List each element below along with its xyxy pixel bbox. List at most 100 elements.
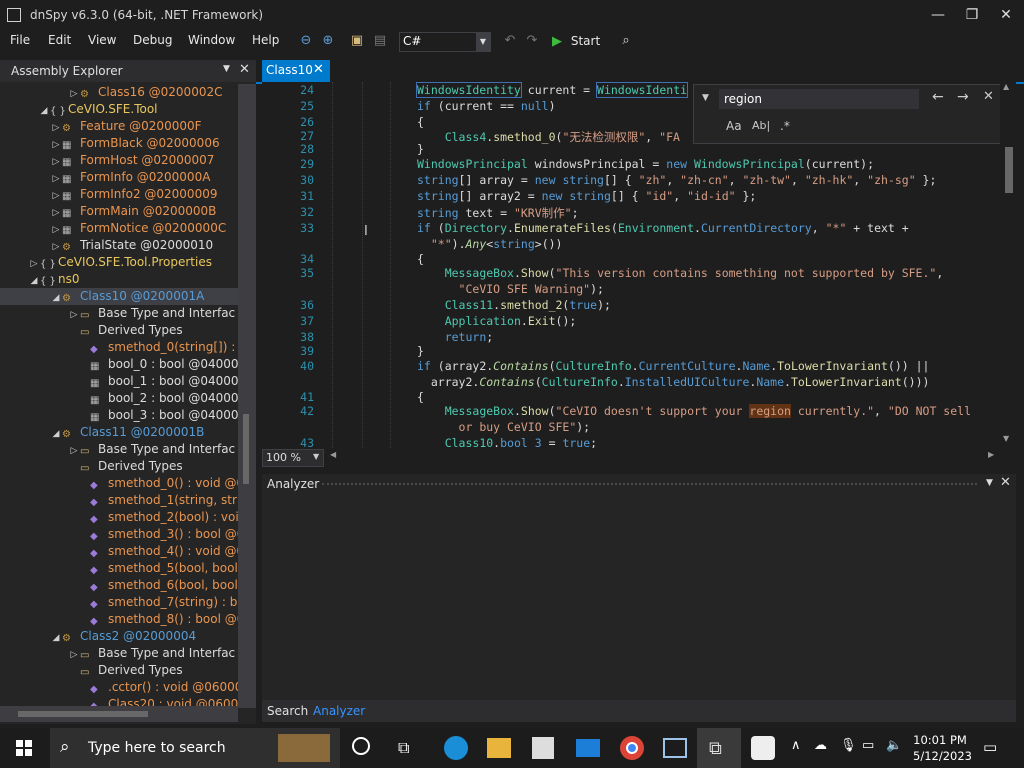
tree-row[interactable]: ▷{ } CeVIO.SFE.Tool.Properties [0,254,238,271]
tree-row[interactable]: ▷ ▦ FormMain @0200000B [0,203,238,220]
expand-right-icon[interactable]: ▷ [50,154,62,169]
chevron-down-icon[interactable]: ▼ [986,478,993,488]
tree-row[interactable]: ◢ ⚙ Class11 @0200001B [0,424,238,441]
tree-row[interactable]: ◢{ } CeVIO.SFE.Tool [0,101,238,118]
edge-icon[interactable] [444,736,468,760]
editor-vscroll-thumb[interactable] [1005,147,1013,193]
tab-analyzer[interactable]: Analyzer [313,704,365,718]
expand-right-icon[interactable]: ▷ [50,137,62,152]
expand-down-icon[interactable]: ◢ [50,290,62,305]
tree-row[interactable]: ◆ smethod_0() : void @0 [0,475,238,492]
save-icon[interactable]: ▤ [370,31,390,51]
close-icon[interactable]: ✕ [1000,475,1011,490]
start-button[interactable]: ▶ Start [552,32,600,50]
open-icon[interactable]: ▣ [347,31,367,51]
undo-icon[interactable]: ↶ [500,31,520,51]
find-next-icon[interactable]: → [957,89,969,105]
expand-right-icon[interactable]: ▷ [68,443,80,458]
expand-right-icon[interactable]: ▷ [50,205,62,220]
menu-edit[interactable]: Edit [48,33,71,47]
tree-row[interactable]: ▭ Derived Types [0,458,238,475]
expand-right-icon[interactable]: ▷ [68,86,80,101]
tree-row[interactable]: ▦ bool_1 : bool @040000 [0,373,238,390]
tree-row[interactable]: ◆ .cctor() : void @06000 [0,679,238,696]
close-icon[interactable]: ✕ [983,89,994,104]
minimize-button[interactable]: — [921,0,955,30]
tree-row[interactable]: ▷ ▦ FormNotice @0200000C [0,220,238,237]
expand-right-icon[interactable]: ▷ [28,256,40,271]
expand-right-icon[interactable]: ▷ [50,171,62,186]
tree-row[interactable]: ◆ smethod_7(string) : bo [0,594,238,611]
tree-row[interactable]: ▷ ▦ FormInfo @0200000A [0,169,238,186]
tree-hscroll-thumb[interactable] [18,711,148,717]
tree-row[interactable]: ◆ smethod_2(bool) : voi [0,509,238,526]
redo-icon[interactable]: ↷ [522,31,542,51]
back-icon[interactable]: ⊖ [296,31,316,51]
scroll-left-icon[interactable]: ◀ [330,450,336,459]
editor-vscroll[interactable]: ▲ ▼ [1000,82,1016,448]
tree-row[interactable]: ▦ bool_0 : bool @040000 [0,356,238,373]
menu-debug[interactable]: Debug [133,33,172,47]
tree-vscroll-thumb[interactable] [243,414,249,484]
tree-row[interactable]: ◆ smethod_8() : bool @0 [0,611,238,628]
tree-row[interactable]: ▭ Derived Types [0,662,238,679]
tree-row[interactable]: ◢ ⚙ Class2 @02000004 [0,628,238,645]
zoom-select[interactable]: 100 % ▼ [262,449,324,467]
close-button[interactable]: ✕ [989,0,1023,30]
menu-window[interactable]: Window [188,33,235,47]
network-icon[interactable]: ▭ [862,738,874,753]
tree-row[interactable]: ▷ ⚙ Class16 @0200002C [0,84,238,101]
scroll-right-icon[interactable]: ▶ [988,450,994,459]
store-icon[interactable] [532,737,554,759]
match-case-toggle[interactable]: Aa [726,119,742,133]
expand-down-icon[interactable]: ◢ [50,630,62,645]
chevron-down-icon[interactable]: ▼ [223,64,230,74]
notifications-icon[interactable]: ▭ [983,738,997,756]
find-input[interactable]: region [719,89,919,109]
chrome-icon[interactable] [620,736,644,760]
expand-down-icon[interactable]: ◢ [50,426,62,441]
volume-icon[interactable]: 🔈 [886,738,902,753]
app-icon[interactable] [751,736,775,760]
cortana-icon[interactable] [352,737,370,755]
tree-row[interactable]: ◆ smethod_4() : void @0 [0,543,238,560]
tree-row[interactable]: ▦ bool_3 : bool @040000 [0,407,238,424]
mail-icon[interactable] [576,739,600,757]
expand-right-icon[interactable]: ▷ [68,307,80,322]
close-icon[interactable]: ✕ [313,62,324,77]
tree-row[interactable]: ◆ smethod_3() : bool @0 [0,526,238,543]
tree-hscroll[interactable] [0,706,238,722]
scroll-up-icon[interactable]: ▲ [1003,82,1009,91]
tree-vscroll[interactable] [238,84,256,708]
expand-right-icon[interactable]: ▷ [50,188,62,203]
tree-row[interactable]: ◢{ } ns0 [0,271,238,288]
scroll-down-icon[interactable]: ▼ [1003,434,1009,443]
language-select[interactable]: C# ▼ [399,32,491,52]
tree-row[interactable]: ▷ ▭ Base Type and Interfac [0,645,238,662]
tree-row[interactable]: ◆ smethod_0(string[]) : v [0,339,238,356]
menu-help[interactable]: Help [252,33,279,47]
taskbar-search-box[interactable]: ⌕ Type here to search [50,728,340,768]
task-view-icon[interactable]: ⧉ [398,738,409,758]
tree-row[interactable]: ◆ smethod_5(bool, bool [0,560,238,577]
tree-row[interactable]: ▷ ▦ FormHost @02000007 [0,152,238,169]
close-icon[interactable]: ✕ [239,62,250,77]
file-explorer-icon[interactable] [487,738,511,758]
whole-word-toggle[interactable]: Ab| [752,119,770,132]
tree-row[interactable]: ◢ ⚙ Class10 @0200001A [0,288,238,305]
expand-down-icon[interactable]: ◢ [28,273,40,288]
regex-toggle[interactable]: .* [780,119,790,133]
expand-right-icon[interactable]: ▷ [68,647,80,662]
maximize-button[interactable]: ❐ [955,0,989,30]
windows-start-icon[interactable] [16,740,32,756]
tree-row[interactable]: ▷ ▦ FormBlack @02000006 [0,135,238,152]
tree-row[interactable]: ▭ Derived Types [0,322,238,339]
tree-row[interactable]: ◆ smethod_1(string, strin [0,492,238,509]
search-icon[interactable]: ⌕ [616,31,636,51]
forward-icon[interactable]: ⊕ [318,31,338,51]
tree-row[interactable]: ▦ bool_2 : bool @040000 [0,390,238,407]
remote-desktop-icon[interactable] [663,738,687,758]
menu-view[interactable]: View [88,33,116,47]
clock[interactable]: 10:01 PM 5/12/2023 [913,732,972,764]
tree-row[interactable]: ▷ ▭ Base Type and Interfac [0,441,238,458]
